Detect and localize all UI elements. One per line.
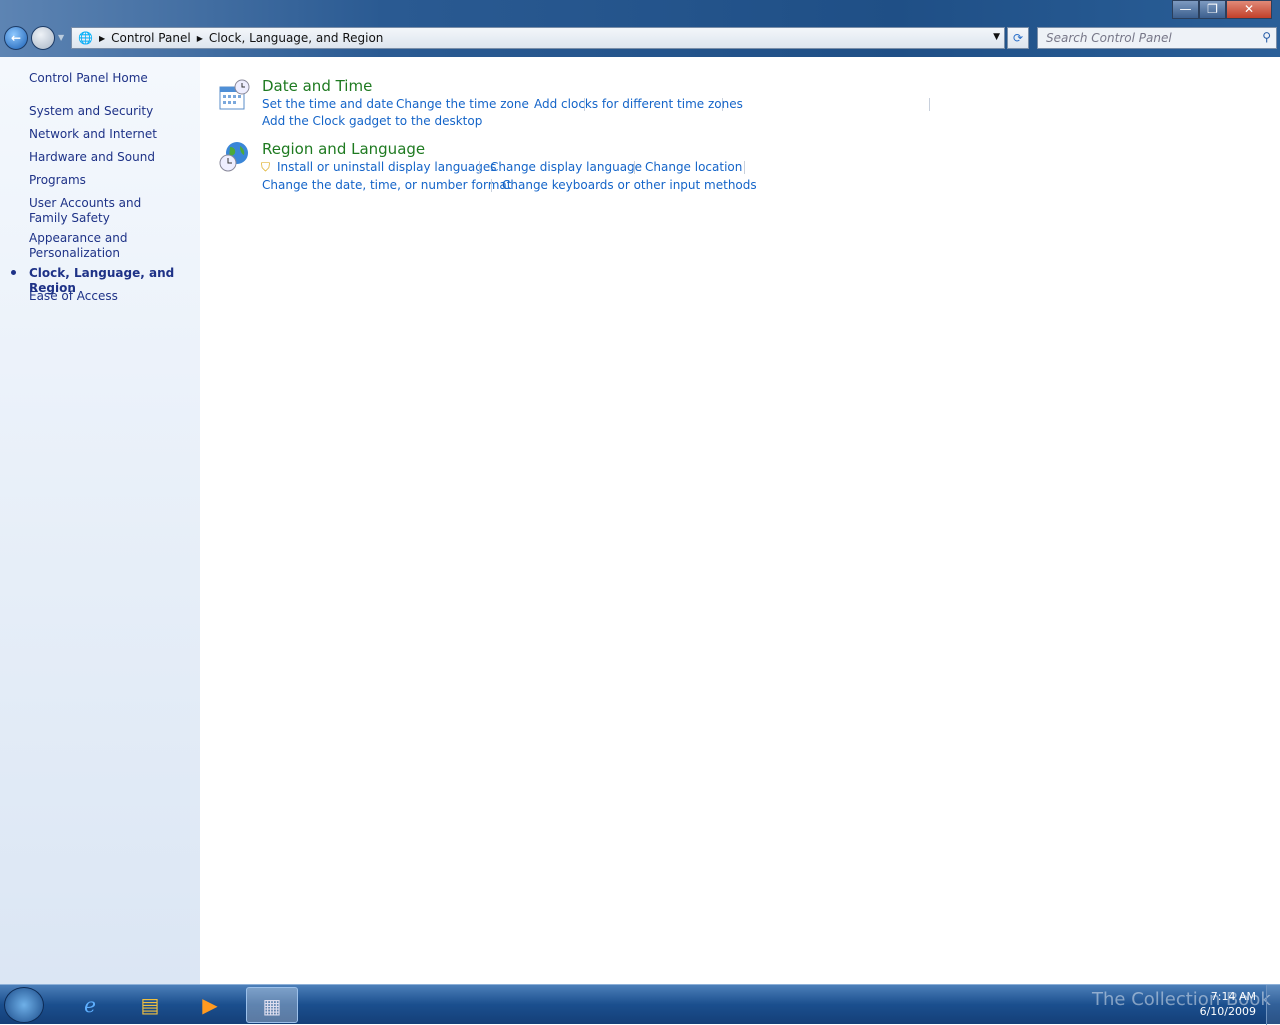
link-change-keyboards[interactable]: Change keyboards or other input methods [502, 178, 757, 192]
search-icon[interactable]: ⚲ [1262, 30, 1271, 44]
windows-explorer-button[interactable]: ▤ [124, 987, 176, 1023]
internet-explorer-button[interactable]: ℯ [64, 987, 116, 1023]
sidebar-item-hardware[interactable]: Hardware and Sound [29, 150, 194, 165]
address-dropdown-icon[interactable]: ▼ [993, 32, 1000, 42]
media-player-button[interactable]: ▶ [184, 987, 236, 1023]
link-change-display-language[interactable]: Change display language [490, 160, 642, 174]
category-region-language[interactable]: Region and Language [262, 140, 425, 158]
recent-pages-dropdown[interactable]: ▼ [58, 33, 64, 42]
date-time-icon [219, 79, 250, 110]
breadcrumb-separator[interactable]: ▶ [197, 34, 203, 43]
restore-button[interactable]: ❐ [1199, 0, 1226, 19]
link-change-location[interactable]: Change location [645, 160, 742, 174]
sidebar-item-programs[interactable]: Programs [29, 173, 194, 188]
sidebar-item-system-security[interactable]: System and Security [29, 104, 194, 119]
category-date-time[interactable]: Date and Time [262, 77, 372, 95]
control-panel-icon: 🌐 [78, 31, 93, 45]
back-button[interactable]: ← [4, 26, 28, 50]
search-input[interactable]: Search Control Panel ⚲ [1037, 27, 1277, 49]
uac-shield-icon: ⛉ [261, 160, 271, 174]
link-add-clock-gadget[interactable]: Add the Clock gadget to the desktop [262, 114, 482, 128]
link-add-clocks[interactable]: Add clocks for different time zones [534, 97, 743, 111]
taskbar: ℯ ▤ ▶ ▦ The Collection Book 7:14 AM 6/10/… [0, 984, 1280, 1025]
control-panel-taskbar-button[interactable]: ▦ [246, 987, 298, 1023]
search-placeholder: Search Control Panel [1046, 31, 1172, 45]
clock-date: 6/10/2009 [1199, 1005, 1256, 1018]
minimize-button[interactable]: — [1172, 0, 1199, 19]
sidebar-item-network[interactable]: Network and Internet [29, 127, 194, 142]
sidebar-item-user-accounts[interactable]: User Accounts and Family Safety [29, 196, 174, 226]
title-bar: — ❐ ✕ ← ▼ 🌐 ▶ Control Panel ▶ Clock, Lan… [0, 0, 1280, 57]
active-bullet [11, 270, 16, 275]
sidebar-control-panel-home[interactable]: Control Panel Home [29, 71, 194, 86]
forward-button[interactable] [31, 26, 55, 50]
link-install-languages[interactable]: Install or uninstall display languages [277, 160, 497, 174]
address-bar[interactable]: 🌐 ▶ Control Panel ▶ Clock, Language, and… [71, 27, 1005, 49]
sidebar-item-ease-of-access[interactable]: Ease of Access [29, 289, 194, 304]
refresh-button[interactable]: ⟳ [1007, 27, 1029, 49]
show-desktop-button[interactable] [1266, 985, 1280, 1025]
sidebar: Control Panel Home System and Security N… [0, 57, 200, 984]
region-language-icon [219, 142, 248, 172]
link-change-formats[interactable]: Change the date, time, or number format [262, 178, 511, 192]
link-change-time-zone[interactable]: Change the time zone [396, 97, 529, 111]
clock-time: 7:14 AM [1210, 990, 1256, 1003]
main-content: Date and Time Set the time and date Chan… [200, 57, 1280, 984]
close-button[interactable]: ✕ [1226, 0, 1272, 19]
clock[interactable]: 7:14 AM 6/10/2009 [1200, 989, 1256, 1019]
start-button[interactable] [4, 987, 44, 1023]
link-set-time-date[interactable]: Set the time and date [262, 97, 393, 111]
sidebar-item-appearance[interactable]: Appearance and Personalization [29, 231, 129, 261]
breadcrumb-separator[interactable]: ▶ [99, 34, 105, 43]
breadcrumb-control-panel[interactable]: Control Panel [111, 31, 191, 45]
breadcrumb-clock-language-region[interactable]: Clock, Language, and Region [209, 31, 384, 45]
